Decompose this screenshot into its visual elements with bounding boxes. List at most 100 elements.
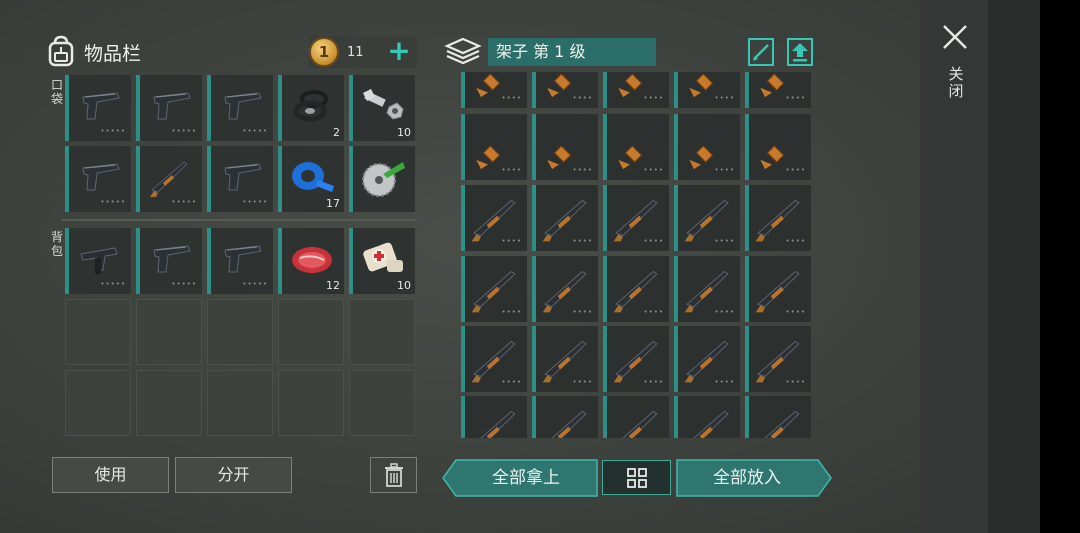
add-coins-button[interactable]: + [387,36,411,68]
storage-slot[interactable]: •••• [532,326,598,392]
coin-icon: 1 [309,37,339,67]
grid-view-icon [626,467,647,488]
backpack-label: 背包 [50,230,63,258]
pistol-icon [217,156,265,198]
pocket-slot[interactable]: ••••• [136,146,202,212]
storage-slot[interactable]: •••• [532,396,598,438]
put-all-label[interactable]: 全部放入 [677,460,817,496]
storage-slot[interactable]: •••• [674,396,740,438]
storage-slot[interactable]: •••• [745,114,811,180]
storage-slot[interactable]: •••• [461,72,527,108]
empty-slot[interactable] [278,370,344,436]
empty-slot[interactable] [136,370,202,436]
empty-slot[interactable] [207,370,273,436]
durability-dots: •••• [714,94,735,102]
backpack-slot[interactable]: 12 [278,228,344,294]
storage-slot[interactable]: •••• [745,396,811,438]
section-divider [62,219,417,221]
storage-slot[interactable]: •••• [674,326,740,392]
slot-stripe [349,228,353,294]
storage-slot[interactable]: •••• [745,256,811,322]
durability-dots: •••• [572,308,593,316]
empty-slot[interactable] [278,299,344,365]
upgrade-button[interactable] [787,38,813,66]
durability-dots: ••••• [100,127,126,135]
storage-slot[interactable]: •••• [461,396,527,438]
slot-stripe [745,326,749,392]
storage-slot[interactable]: •••• [674,185,740,251]
pocket-slot[interactable]: ••••• [136,75,202,141]
view-toggle-button[interactable] [602,460,671,495]
slot-stripe [349,75,353,141]
slot-stripe [603,256,607,322]
take-all-label[interactable]: 全部拿上 [456,460,596,496]
durability-dots: •••• [785,94,806,102]
slot-stripe [532,114,536,180]
slot-stripe [674,114,678,180]
storage-slot[interactable]: •••• [603,326,669,392]
pocket-label: 口袋 [50,78,63,106]
storage-slot[interactable]: •••• [745,72,811,108]
empty-slot[interactable] [65,370,131,436]
pocket-slot[interactable]: 17 [278,146,344,212]
pocket-slot[interactable]: 10 [349,75,415,141]
slot-stripe [207,228,211,294]
storage-slot[interactable]: •••• [532,185,598,251]
pocket-slot[interactable]: ••••• [207,75,273,141]
slot-stripe [65,146,69,212]
trash-button[interactable] [370,457,417,493]
storage-slot[interactable]: •••• [745,185,811,251]
backpack-slot[interactable]: 10 [349,228,415,294]
pocket-slot[interactable]: ••••• [65,75,131,141]
empty-slot[interactable] [207,299,273,365]
backpack-slot[interactable]: ••••• [65,228,131,294]
saw-blade-icon [359,156,407,198]
storage-slot[interactable]: •••• [603,256,669,322]
storage-slot[interactable]: •••• [461,256,527,322]
storage-slot[interactable]: •••• [532,72,598,108]
split-button[interactable]: 分开 [175,457,292,493]
storage-slot[interactable]: •••• [461,185,527,251]
storage-slot[interactable]: •••• [674,114,740,180]
storage-slot[interactable]: •••• [603,72,669,108]
pocket-slot[interactable]: ••••• [65,146,131,212]
storage-slot[interactable]: •••• [674,72,740,108]
storage-slot[interactable]: •••• [603,114,669,180]
slot-stripe [674,326,678,392]
storage-slot[interactable]: •••• [532,114,598,180]
edit-button[interactable] [748,38,774,66]
storage-slot[interactable]: •••• [745,326,811,392]
empty-slot[interactable] [349,370,415,436]
pistol-icon [146,238,194,280]
durability-dots: •••• [501,308,522,316]
durability-dots: •••• [643,237,664,245]
storage-slot[interactable]: •••• [674,256,740,322]
slot-stripe [745,256,749,322]
inventory-title: 物品栏 [84,42,142,65]
slot-stripe [745,72,749,108]
pocket-slot[interactable]: 2 [278,75,344,141]
pocket-slot[interactable]: ••••• [207,146,273,212]
slot-stripe [674,72,678,108]
pistol-icon [217,238,265,280]
storage-slot[interactable]: •••• [461,114,527,180]
storage-slot[interactable]: •••• [603,396,669,438]
empty-slot[interactable] [136,299,202,365]
use-button[interactable]: 使用 [52,457,169,493]
storage-slot[interactable]: •••• [461,326,527,392]
storage-slot[interactable]: •••• [532,256,598,322]
pistol-icon [217,85,265,127]
close-button[interactable] [940,22,970,56]
shotgun-icon [146,156,194,198]
storage-slot[interactable]: •••• [603,185,669,251]
backpack-slot[interactable]: ••••• [207,228,273,294]
storage-grid[interactable]: •••• •••• •••• •••• •••• •••• •••• •••• •••• ••••… [459,72,814,438]
empty-slot[interactable] [65,299,131,365]
pencil-icon [753,44,769,61]
backpack-slot[interactable]: ••••• [136,228,202,294]
slot-stripe [603,185,607,251]
empty-slot[interactable] [349,299,415,365]
pocket-slot[interactable] [349,146,415,212]
close-label[interactable]: 关闭 [948,66,964,100]
durability-dots: •••• [714,308,735,316]
